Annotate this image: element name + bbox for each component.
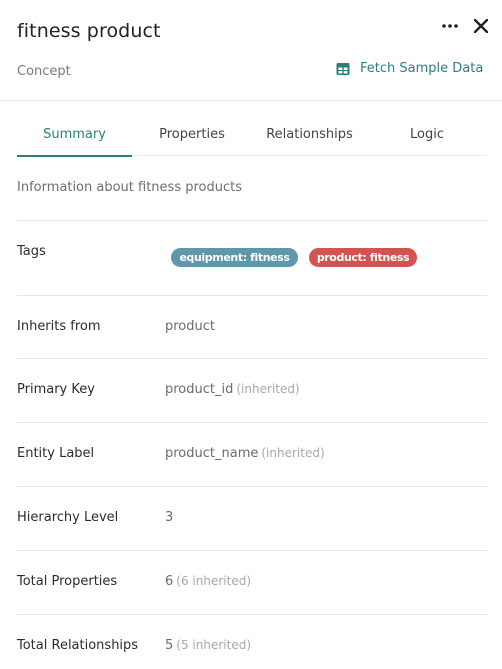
tags-label: Tags	[17, 244, 46, 259]
entity-label-label: Entity Label	[17, 446, 95, 461]
inherited-note: (inherited)	[261, 446, 325, 460]
entity-label-text: product_name	[165, 446, 259, 461]
tab-bar: Summary Properties Relationships Logic	[17, 112, 487, 157]
total-properties-count: 6	[165, 574, 174, 589]
total-properties-value: 6 (6 inherited)	[165, 574, 251, 589]
tab-summary[interactable]: Summary	[17, 112, 132, 157]
divider	[17, 295, 487, 296]
divider	[17, 422, 487, 423]
tag-product-fitness[interactable]: product: fitness	[309, 248, 417, 267]
entity-type-label: Concept	[17, 64, 71, 79]
tab-logic[interactable]: Logic	[392, 112, 462, 156]
entity-label-value: product_name (inherited)	[165, 446, 325, 461]
primary-key-value: product_id (inherited)	[165, 382, 300, 397]
total-relationships-value: 5 (5 inherited)	[165, 638, 251, 653]
table-icon	[336, 62, 350, 76]
tab-properties[interactable]: Properties	[142, 112, 242, 156]
total-properties-label: Total Properties	[17, 574, 118, 589]
inherits-from-value: product	[165, 319, 215, 334]
divider	[17, 486, 487, 487]
tab-relationships[interactable]: Relationships	[257, 112, 362, 156]
hierarchy-level-label: Hierarchy Level	[17, 510, 119, 525]
panel-header: fitness product Concept Fetch Sample Dat…	[0, 0, 502, 101]
inherits-from-link[interactable]: product	[165, 319, 215, 334]
total-relationships-label: Total Relationships	[17, 638, 139, 653]
divider	[17, 614, 487, 615]
divider	[17, 220, 487, 221]
total-relationships-count: 5	[165, 638, 174, 653]
page-title: fitness product	[17, 20, 161, 42]
tag-equipment-fitness[interactable]: equipment: fitness	[171, 248, 298, 267]
fetch-sample-data-label: Fetch Sample Data	[360, 61, 484, 76]
hierarchy-level-value: 3	[165, 510, 174, 525]
inherited-note: (6 inherited)	[176, 574, 251, 588]
divider	[17, 550, 487, 551]
primary-key-text: product_id	[165, 382, 234, 397]
inherited-note: (5 inherited)	[176, 638, 251, 652]
fetch-sample-data-button[interactable]: Fetch Sample Data	[336, 61, 483, 76]
divider	[17, 358, 487, 359]
concept-description: Information about fitness products	[17, 180, 242, 195]
inherits-from-label: Inherits from	[17, 319, 101, 334]
more-horizontal-icon[interactable]	[440, 16, 460, 36]
inherited-note: (inherited)	[236, 382, 300, 396]
close-icon[interactable]	[470, 15, 492, 37]
primary-key-label: Primary Key	[17, 382, 95, 397]
